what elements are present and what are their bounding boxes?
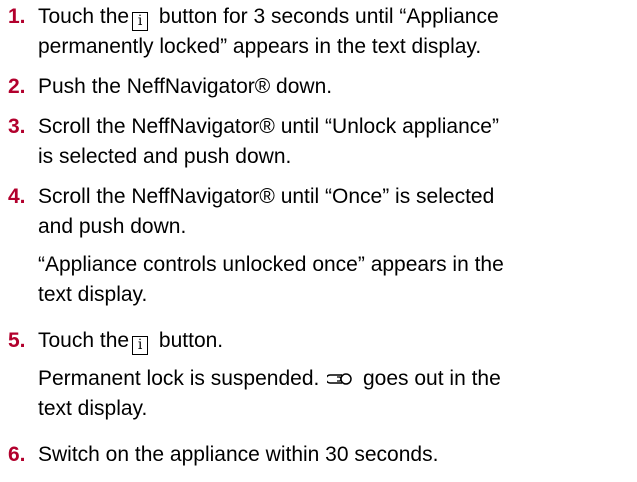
step-3: 3. Scroll the NeffNavigator® until “Unlo… — [2, 112, 637, 172]
step-1: 1. Touch the i button for 3 seconds until… — [2, 2, 637, 62]
result-text-line: text display. — [38, 283, 148, 306]
step-number: 3. — [8, 115, 26, 138]
step-text-line: Scroll the NeffNavigator® until “Once” i… — [38, 185, 495, 208]
step-text-line: Switch on the appliance within 30 second… — [38, 443, 439, 466]
step-2: 2. Push the NeffNavigator® down. — [2, 72, 637, 102]
step-5: 5. Touch the i button. Permanent lock is … — [2, 326, 637, 424]
step-result: Permanent lock is suspended. goes out in… — [38, 364, 631, 424]
step-text: Switch on the appliance within 30 second… — [38, 440, 637, 470]
step-text-line: and push down. — [38, 215, 187, 238]
result-text-line: text display. — [38, 397, 148, 420]
key-lock-icon — [327, 373, 352, 385]
step-number: 4. — [8, 185, 26, 208]
step-text: Scroll the NeffNavigator® until “Unlock … — [38, 112, 637, 172]
step-text: Scroll the NeffNavigator® until “Once” i… — [38, 182, 637, 310]
step-number: 1. — [8, 5, 26, 28]
step-text-line: permanently locked” appears in the text … — [38, 35, 482, 58]
step-number: 2. — [8, 75, 26, 98]
step-4: 4. Scroll the NeffNavigator® until “Once… — [2, 182, 637, 310]
step-text-line: Push the NeffNavigator® down. — [38, 75, 333, 98]
step-text: Touch the i button. Permanent lock is sus… — [38, 326, 637, 424]
info-button-icon: i — [132, 12, 149, 31]
result-text-part: goes out in the — [357, 367, 501, 390]
step-text: Push the NeffNavigator® down. — [38, 72, 637, 102]
step-text-line: is selected and push down. — [38, 145, 292, 168]
result-text-line: “Appliance controls unlocked once” appea… — [38, 253, 504, 276]
step-number: 5. — [8, 329, 26, 352]
step-text-part: Touch the — [38, 329, 130, 352]
info-button-icon: i — [132, 336, 149, 355]
step-text-line: Scroll the NeffNavigator® until “Unlock … — [38, 115, 499, 138]
step-text-part: Touch the — [38, 5, 130, 28]
step-text-part: button for 3 seconds until “Appliance — [153, 5, 499, 28]
result-text-part: Permanent lock is suspended. — [38, 367, 320, 390]
step-number: 6. — [8, 443, 26, 466]
step-6: 6. Switch on the appliance within 30 sec… — [2, 440, 637, 470]
step-text: Touch the i button for 3 seconds until “A… — [38, 2, 637, 62]
instruction-page: 1. Touch the i button for 3 seconds until… — [0, 0, 637, 482]
step-result: “Appliance controls unlocked once” appea… — [38, 250, 631, 310]
step-text-part: button. — [153, 329, 224, 352]
